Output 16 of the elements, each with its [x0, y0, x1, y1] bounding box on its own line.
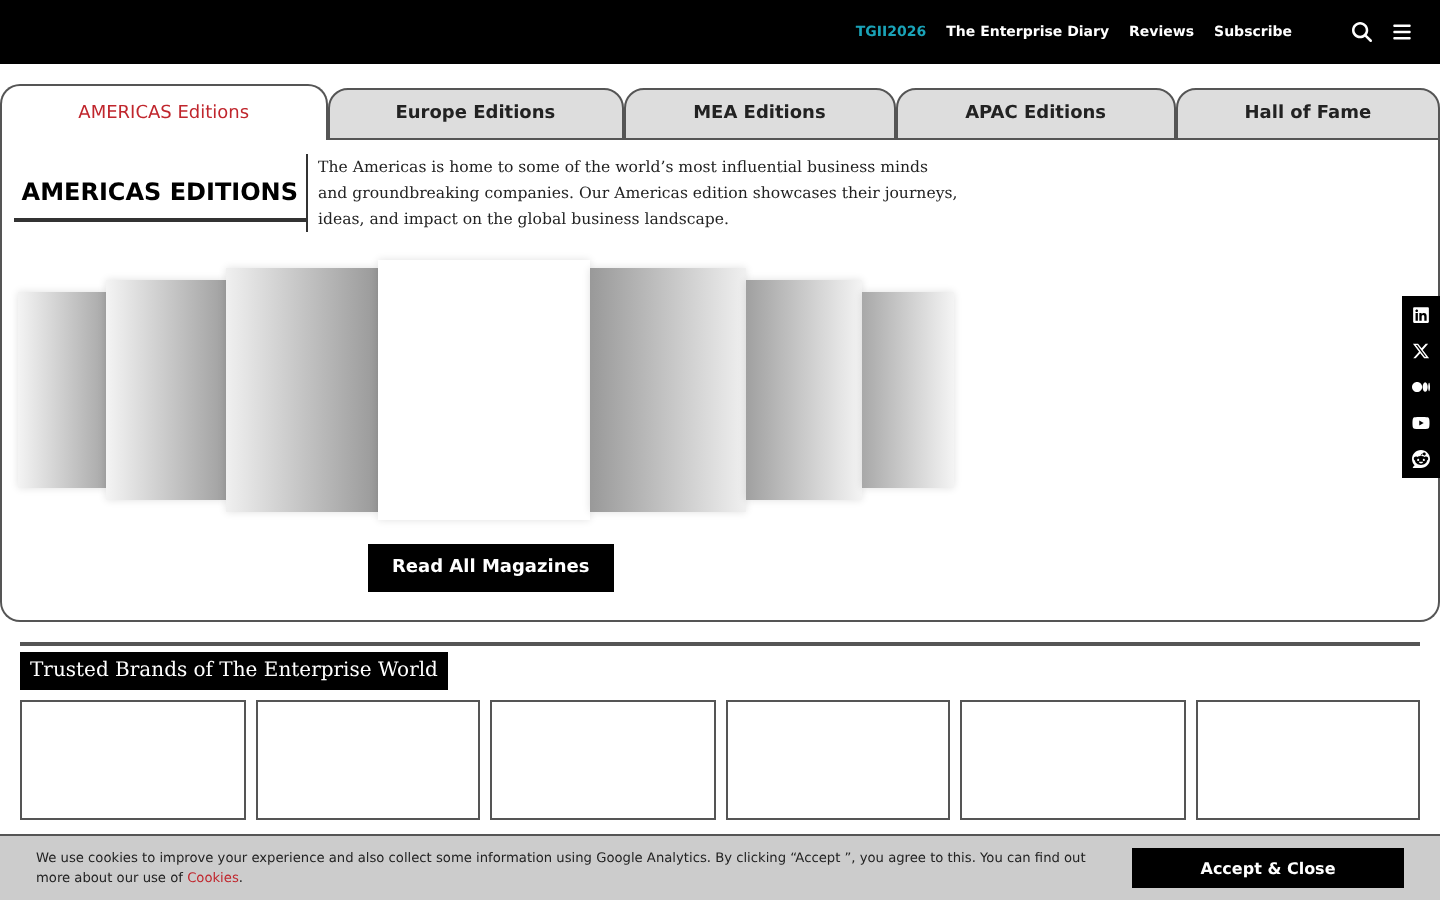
x-icon[interactable]: [1412, 342, 1430, 360]
edition-tab[interactable]: AMERICAS Editions: [0, 84, 328, 140]
section-heading: AMERICAS EDITIONS: [14, 178, 306, 222]
reddit-icon[interactable]: [1412, 450, 1430, 468]
medium-icon[interactable]: [1412, 378, 1430, 396]
read-all-button[interactable]: Read All Magazines: [368, 544, 614, 592]
search-icon[interactable]: [1352, 22, 1372, 42]
edition-tab[interactable]: APAC Editions: [895, 88, 1176, 140]
section-title: Trusted Brands of The Enterprise World: [20, 652, 448, 690]
accept-button[interactable]: Accept & Close: [1132, 848, 1404, 888]
edition-tab[interactable]: MEA Editions: [623, 88, 896, 140]
edition-tab[interactable]: Hall of Fame: [1175, 88, 1440, 140]
youtube-icon[interactable]: [1412, 414, 1430, 432]
menu-icon[interactable]: [1392, 22, 1412, 42]
edition-tab[interactable]: Europe Editions: [327, 88, 624, 140]
linkedin-icon[interactable]: [1412, 306, 1430, 324]
